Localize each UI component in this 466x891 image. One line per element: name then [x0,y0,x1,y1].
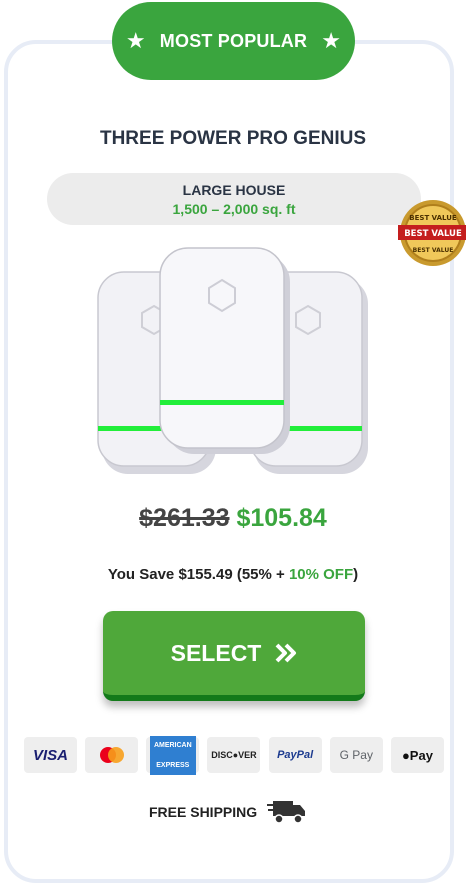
amex-icon: AMERICAN EXPRESS [146,735,200,775]
seal-bottom-text: BEST VALUE [413,247,454,254]
select-button-label: SELECT [170,639,262,666]
most-popular-badge: ★ MOST POPULAR ★ [112,2,355,80]
free-shipping-label: FREE SHIPPING [149,804,258,820]
price-row: $261.33 $105.84 [0,504,466,533]
badge-label: MOST POPULAR [159,30,308,51]
product-title: THREE POWER PRO GENIUS [99,128,367,149]
new-price: $105.84 [236,504,327,532]
apple-pay-icon: ● Pay [390,737,444,773]
house-area-label: 1,500 – 2,000 sq. ft [172,200,296,217]
house-size-pill: LARGE HOUSE 1,500 – 2,000 sq. ft [47,173,421,225]
savings-off: 10% OFF [288,566,354,583]
paypal-label: PayPal [277,749,314,761]
discover-icon: DISC●VER [207,737,261,773]
product-image [97,247,368,474]
savings-prefix: You Save $155.49 (55% + [107,566,289,583]
seal-top-text: BEST VALUE [409,214,457,222]
select-button[interactable]: SELECT [103,611,365,701]
star-icon: ★ [321,28,342,53]
visa-icon: VISA [24,737,77,773]
old-price: $261.33 [139,504,230,532]
gpay-label: G Pay [339,748,373,762]
mastercard-icon [85,737,139,773]
apple-icon: ● [401,747,410,763]
double-chevron-right-icon [275,643,297,663]
best-value-seal-icon: BEST VALUE BEST VALUE BEST VALUE [398,200,466,266]
house-size-label: LARGE HOUSE [182,181,286,198]
seal-middle-text: BEST VALUE [404,229,462,239]
savings-text: You Save $155.49 (55% + 10% OFF) [0,566,466,583]
star-icon: ★ [125,28,146,53]
google-pay-icon: G Pay [329,737,383,773]
discover-label: DISC●VER [211,750,257,760]
paypal-icon: PayPal [268,737,322,773]
savings-suffix: ) [353,566,359,583]
amex-label-1: AMERICAN [151,738,194,752]
truck-icon [267,801,306,824]
free-shipping: FREE SHIPPING [149,795,307,829]
visa-label: VISA [32,746,68,764]
amex-label-2: EXPRESS [151,758,194,772]
payment-methods: VISA AMERICAN EXPRESS DISC●VER PayPal G P… [24,735,444,775]
apay-label: Pay [409,747,433,763]
